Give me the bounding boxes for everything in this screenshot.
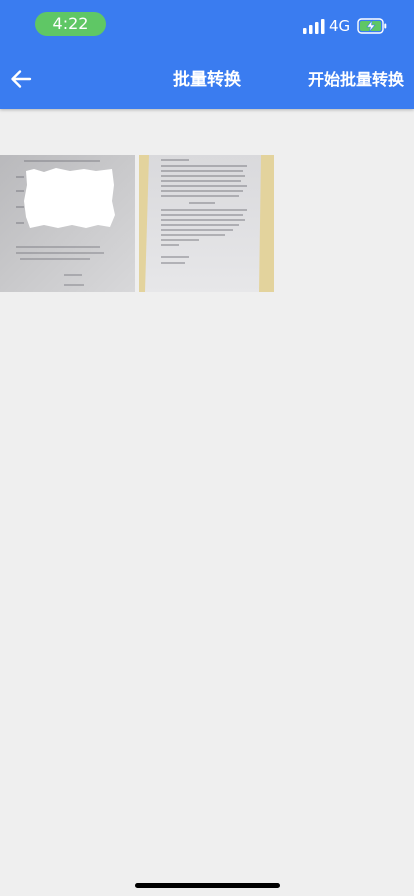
- document-thumbnail[interactable]: [139, 155, 274, 292]
- home-indicator: [135, 883, 280, 888]
- document-thumbnail[interactable]: [0, 155, 135, 292]
- network-type: 4G: [329, 17, 351, 35]
- battery-charging-icon: [357, 18, 387, 34]
- image-grid: [0, 155, 414, 292]
- signal-strength-icon: [303, 19, 325, 34]
- app-header: 4:22 4G 批量转换 开始批量转换: [0, 0, 414, 109]
- start-batch-convert-button[interactable]: 开始批量转换: [308, 68, 404, 92]
- status-time: 4:22: [35, 12, 106, 36]
